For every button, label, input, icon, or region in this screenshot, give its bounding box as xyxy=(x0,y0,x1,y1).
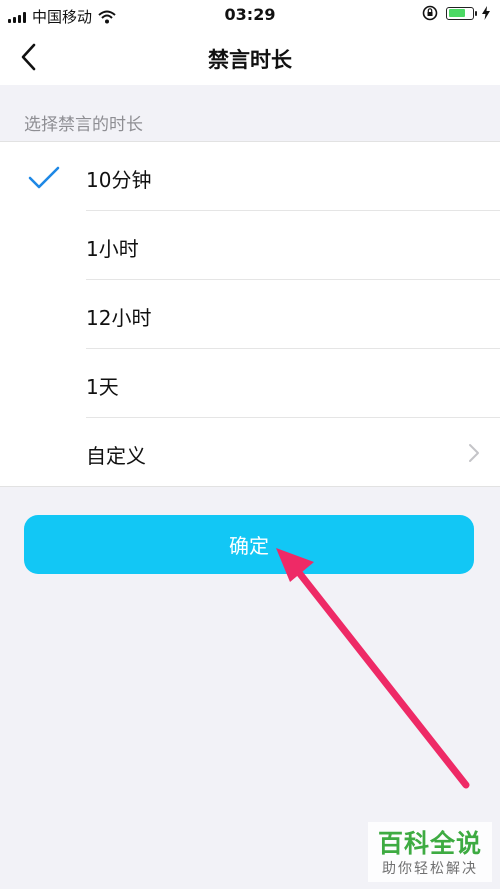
option-1-hour[interactable]: 1小时 xyxy=(0,211,500,280)
battery-icon xyxy=(446,6,477,20)
option-custom[interactable]: 自定义 xyxy=(0,418,500,487)
checkmark-icon xyxy=(28,166,60,189)
option-label: 自定义 xyxy=(86,444,146,468)
watermark-logo: 百科全说 助你轻松解决 xyxy=(368,822,492,882)
option-label: 1小时 xyxy=(86,237,139,261)
status-bar: 中国移动 03:29 xyxy=(0,0,500,30)
watermark-subtitle: 助你轻松解决 xyxy=(382,861,478,877)
option-12-hours[interactable]: 12小时 xyxy=(0,280,500,349)
duration-options-list: 10分钟 1小时 12小时 1天 自定义 xyxy=(0,141,500,487)
confirm-button[interactable]: 确定 xyxy=(24,515,474,574)
page-title: 禁言时长 xyxy=(208,48,292,72)
option-1-day[interactable]: 1天 xyxy=(0,349,500,418)
nav-bar: 禁言时长 xyxy=(0,30,500,85)
option-10-minutes[interactable]: 10分钟 xyxy=(0,142,500,211)
option-label: 1天 xyxy=(86,375,119,399)
chevron-right-icon xyxy=(469,444,479,462)
battery-fill xyxy=(448,9,465,17)
rotation-lock-icon xyxy=(422,5,438,21)
option-label: 12小时 xyxy=(86,306,152,330)
watermark-title: 百科全说 xyxy=(377,829,482,858)
option-label: 10分钟 xyxy=(86,168,152,192)
section-label: 选择禁言的时长 xyxy=(24,115,143,135)
status-right xyxy=(422,5,490,21)
charging-icon xyxy=(482,6,490,20)
